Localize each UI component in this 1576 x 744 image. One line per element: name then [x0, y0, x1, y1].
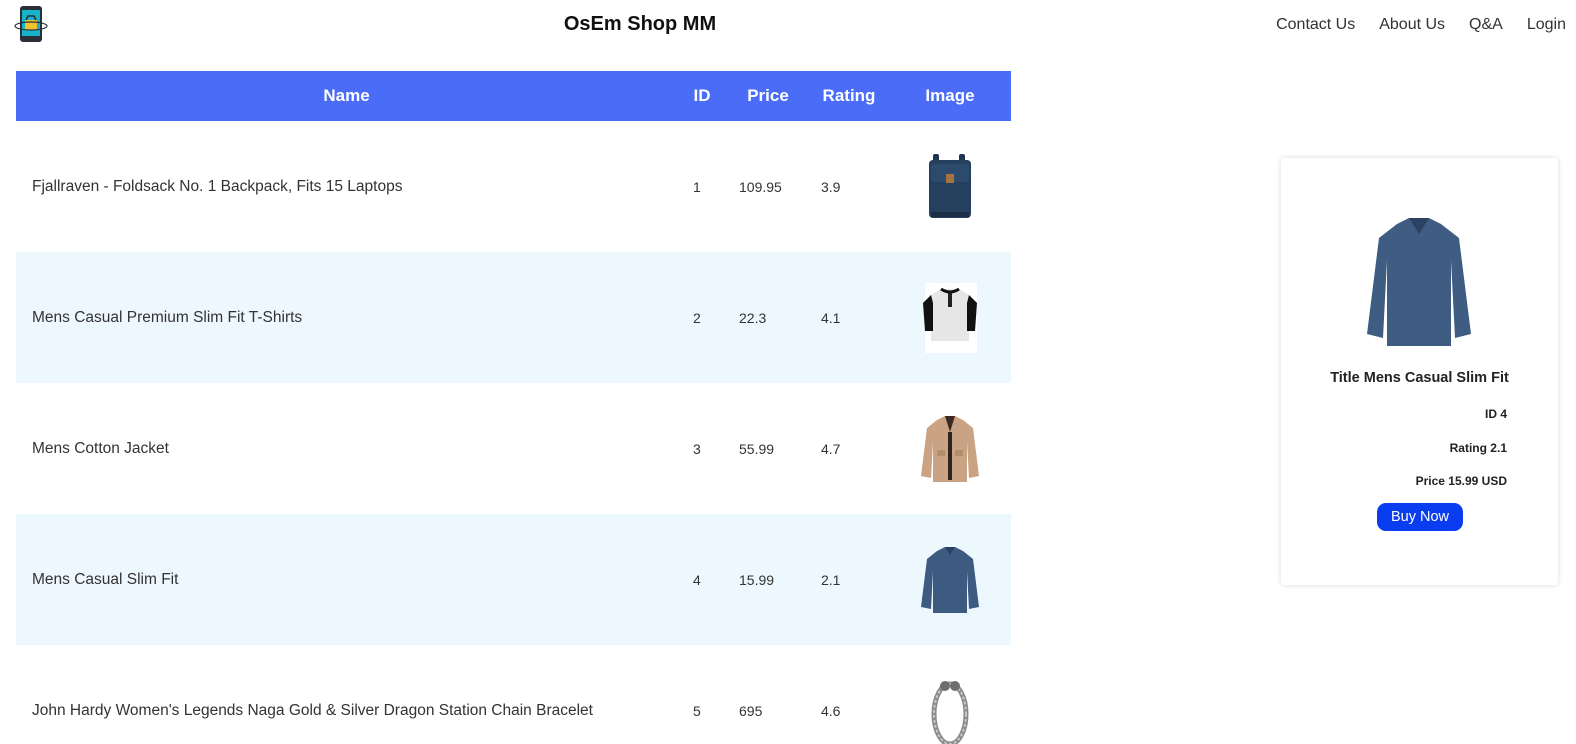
buy-now-button[interactable]: Buy Now — [1377, 503, 1463, 531]
column-header-name: Name — [323, 86, 370, 105]
nav-contact-us[interactable]: Contact Us — [1276, 16, 1355, 34]
cell-price: 55.99 — [739, 440, 775, 457]
cell-price: 22.3 — [739, 309, 767, 326]
backpack-image[interactable] — [917, 150, 983, 224]
nav-qa[interactable]: Q&A — [1469, 16, 1503, 34]
cell-rating: 4.7 — [821, 440, 841, 457]
cell-price: 109.95 — [739, 178, 782, 195]
longsleeve-image[interactable] — [917, 543, 983, 617]
cell-name: Fjallraven - Foldsack No. 1 Backpack, Fi… — [32, 177, 403, 195]
site-header: OsEm Shop MM Contact Us About Us Q&A Log… — [0, 0, 1576, 52]
card-id: ID 4 — [1484, 407, 1507, 421]
cell-id: 3 — [693, 440, 701, 457]
table-row[interactable]: Mens Casual Premium Slim Fit T-Shirts 2 … — [16, 252, 1011, 383]
column-header-id: ID — [693, 86, 711, 105]
table-row[interactable]: John Hardy Women's Legends Naga Gold & S… — [16, 645, 1011, 744]
cell-image — [889, 383, 1011, 514]
cell-rating: 2.1 — [821, 571, 841, 588]
cell-id: 2 — [693, 309, 701, 326]
cell-price: 15.99 — [739, 571, 775, 588]
cell-rating: 3.9 — [821, 178, 841, 195]
cell-id: 1 — [693, 178, 701, 195]
products-table-wrap: Name ID Price Rating Image Fjallraven - … — [16, 71, 1011, 744]
cell-id: 5 — [693, 702, 701, 719]
products-table: Name ID Price Rating Image Fjallraven - … — [16, 71, 1011, 744]
cell-price: 695 — [739, 702, 763, 719]
product-detail-card: Title Mens Casual Slim Fit ID 4 Rating 2… — [1281, 158, 1558, 585]
shop-phone-logo-icon[interactable] — [14, 4, 48, 44]
nav-about-us[interactable]: About Us — [1379, 16, 1445, 34]
cell-name: Mens Cotton Jacket — [32, 439, 169, 457]
table-row[interactable]: Mens Casual Slim Fit 4 15.99 2.1 — [16, 514, 1011, 645]
top-nav: Contact Us About Us Q&A Login — [1276, 16, 1566, 34]
column-header-rating: Rating — [822, 86, 876, 105]
cell-id: 4 — [693, 571, 701, 588]
cell-rating: 4.1 — [821, 309, 841, 326]
cell-image — [889, 252, 1011, 383]
cell-name: John Hardy Women's Legends Naga Gold & S… — [32, 701, 593, 719]
cell-image — [889, 645, 1011, 744]
card-title: Title Mens Casual Slim Fit — [1330, 370, 1509, 386]
card-price: Price 15.99 USD — [1415, 474, 1507, 488]
product-image — [1367, 218, 1471, 346]
cell-rating: 4.6 — [821, 702, 841, 719]
jacket-image[interactable] — [917, 412, 983, 486]
table-row[interactable]: Mens Cotton Jacket 3 55.99 4.7 — [16, 383, 1011, 514]
bracelet-image[interactable] — [917, 674, 983, 744]
table-header-row: Name ID Price Rating Image — [16, 71, 1011, 121]
table-row[interactable]: Fjallraven - Foldsack No. 1 Backpack, Fi… — [16, 121, 1011, 252]
nav-login[interactable]: Login — [1527, 16, 1566, 34]
card-rating: Rating 2.1 — [1449, 441, 1507, 455]
cell-image — [889, 514, 1011, 645]
cell-name: Mens Casual Premium Slim Fit T-Shirts — [32, 308, 303, 326]
column-header-price: Price — [747, 86, 789, 105]
column-header-image: Image — [925, 86, 975, 105]
cell-image — [889, 121, 1011, 252]
tshirt-image[interactable] — [917, 281, 983, 355]
site-title: OsEm Shop MM — [563, 13, 717, 35]
cell-name: Mens Casual Slim Fit — [32, 570, 179, 588]
